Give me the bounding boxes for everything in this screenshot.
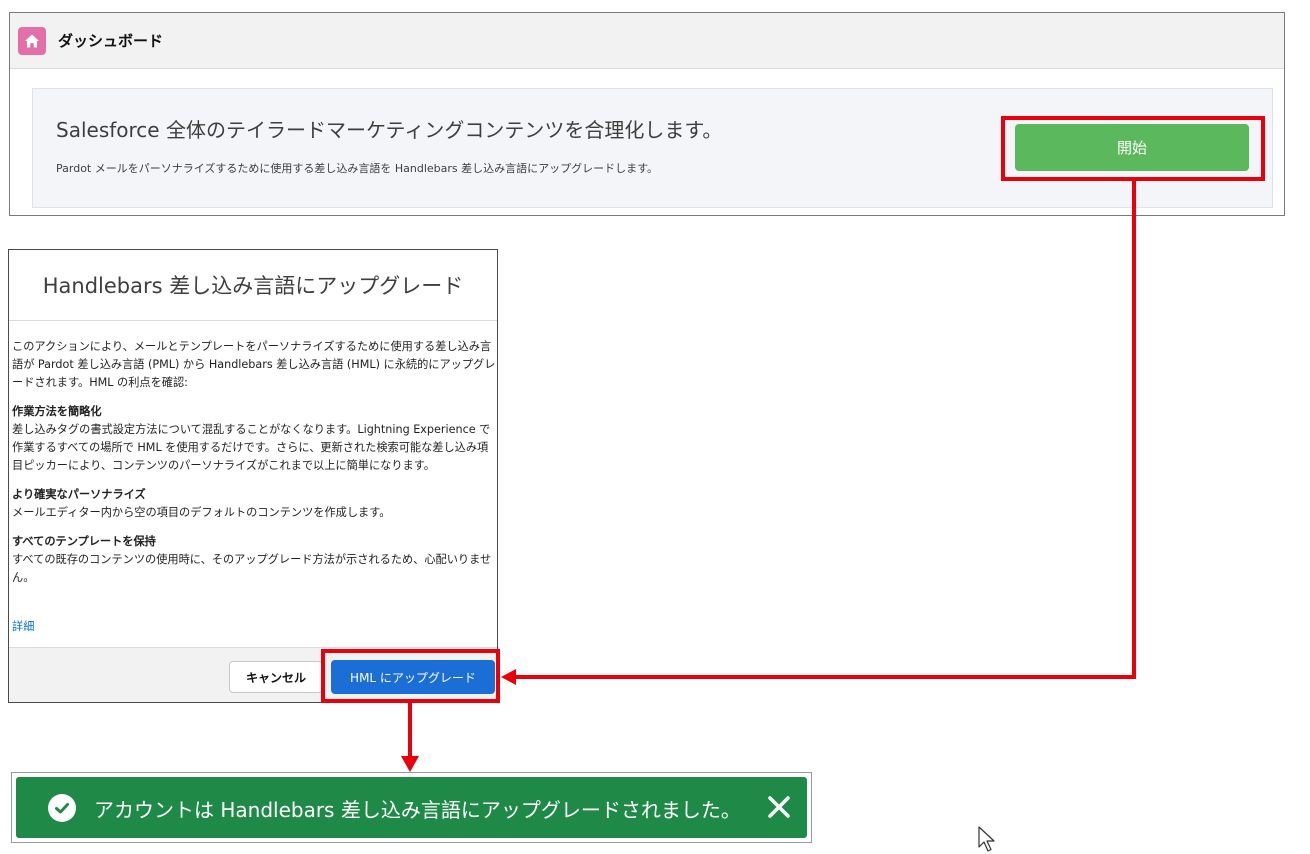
modal-footer: キャンセル HML にアップグレード <box>9 647 497 702</box>
mouse-cursor-icon <box>978 826 995 852</box>
dashboard-card: ダッシュボード Salesforce 全体のテイラードマーケティングコンテンツを… <box>9 12 1285 216</box>
toast-message: アカウントは Handlebars 差し込み言語にアップグレードされました。 <box>94 798 741 822</box>
start-button[interactable]: 開始 <box>1015 124 1249 171</box>
success-toast: アカウントは Handlebars 差し込み言語にアップグレードされました。 <box>16 777 807 838</box>
modal-title: Handlebars 差し込み言語にアップグレード <box>42 274 464 298</box>
toast-frame: アカウントは Handlebars 差し込み言語にアップグレードされました。 <box>11 772 812 843</box>
modal-section: すべてのテンプレートを保持 すべての既存のコンテンツの使用時に、そのアップグレー… <box>12 533 498 587</box>
banner-title: Salesforce 全体のテイラードマーケティングコンテンツを合理化します。 <box>56 118 723 142</box>
section-text: メールエディター内から空の項目のデフォルトのコンテンツを作成します。 <box>12 506 391 519</box>
section-text: 差し込みタグの書式設定方法について混乱することがなくなります。Lightning… <box>12 423 491 472</box>
success-check-icon <box>48 794 76 822</box>
section-title: より確実なパーソナライズ <box>12 488 146 501</box>
arrow-head-left <box>501 669 516 685</box>
connector-arrow-line <box>515 179 1136 679</box>
upgrade-modal: Handlebars 差し込み言語にアップグレード このアクションにより、メール… <box>8 249 498 703</box>
modal-header: Handlebars 差し込み言語にアップグレード <box>9 250 497 321</box>
section-text: すべての既存のコンテンツの使用時に、そのアップグレード方法が示されるため、心配い… <box>12 553 492 584</box>
dashboard-header: ダッシュボード <box>10 13 1284 69</box>
modal-body: このアクションにより、メールとテンプレートをパーソナライズするために使用する差し… <box>12 338 498 587</box>
home-icon[interactable] <box>18 26 46 55</box>
cancel-button[interactable]: キャンセル <box>229 661 323 693</box>
upgrade-to-hml-button[interactable]: HML にアップグレード <box>331 660 495 694</box>
section-title: すべてのテンプレートを保持 <box>12 535 156 548</box>
banner-subtitle: Pardot メールをパーソナライズするために使用する差し込み言語を Handl… <box>56 162 659 175</box>
modal-intro: このアクションにより、メールとテンプレートをパーソナライズするために使用する差し… <box>12 340 496 389</box>
arrow-head-down <box>401 756 419 772</box>
section-title: 作業方法を簡略化 <box>12 405 102 418</box>
learn-more-link[interactable]: 詳細 <box>12 618 34 634</box>
dashboard-title: ダッシュボード <box>58 32 164 50</box>
close-icon[interactable] <box>764 792 794 822</box>
modal-section: より確実なパーソナライズ メールエディター内から空の項目のデフォルトのコンテンツ… <box>12 486 498 522</box>
modal-section: 作業方法を簡略化 差し込みタグの書式設定方法について混乱することがなくなります。… <box>12 403 498 475</box>
